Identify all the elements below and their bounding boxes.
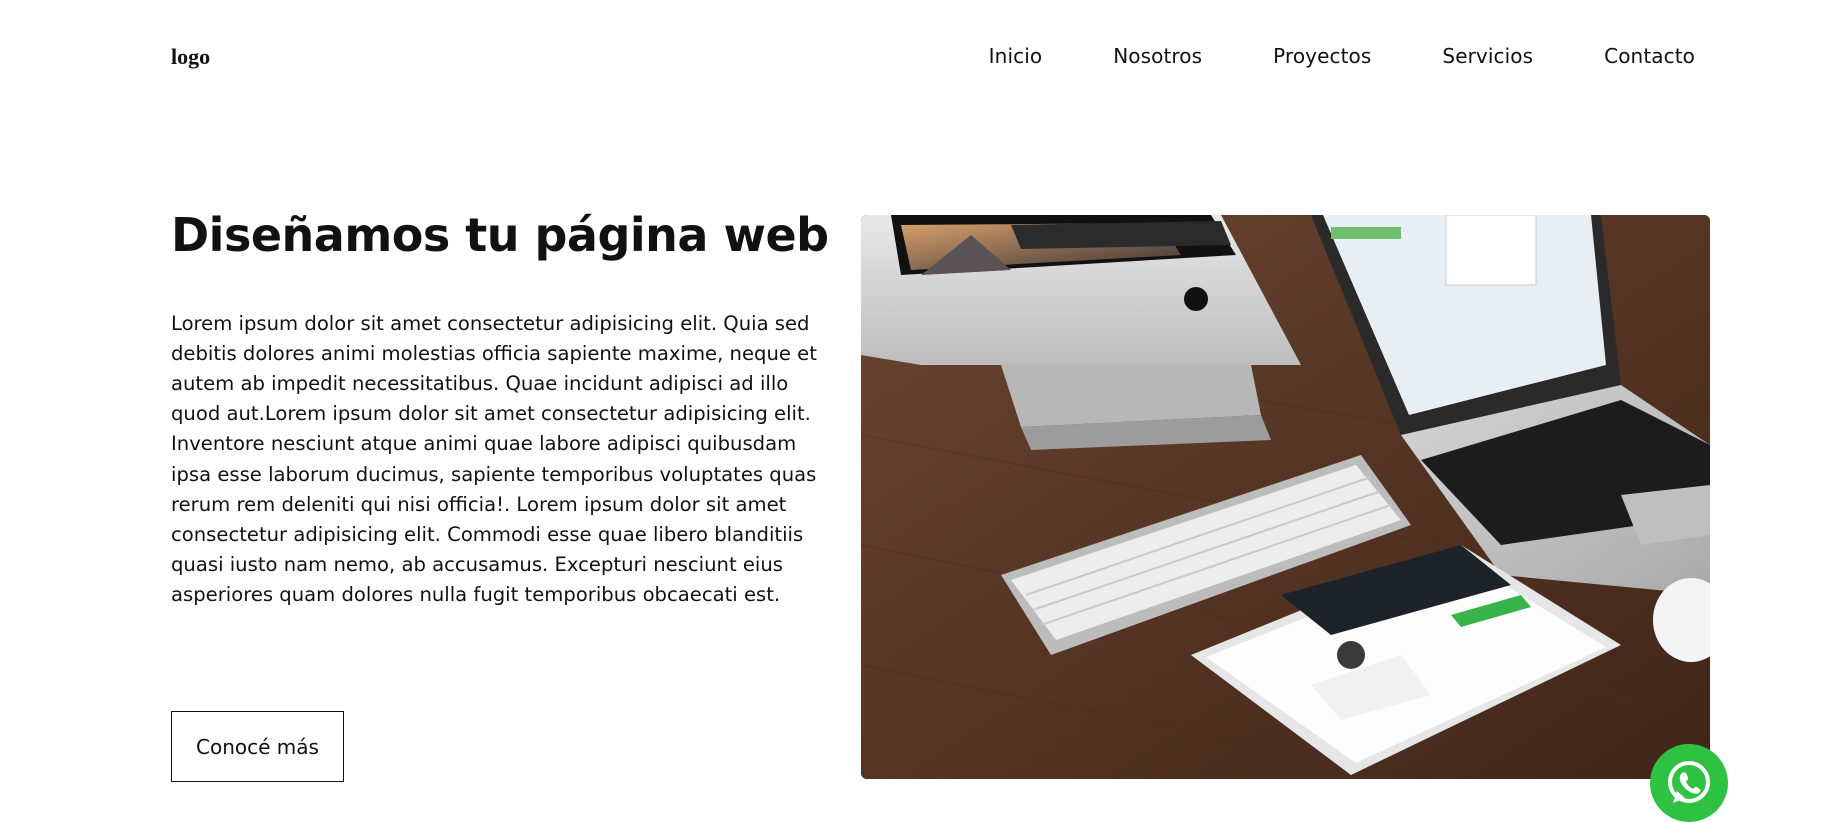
- logo[interactable]: logo: [171, 44, 210, 70]
- site-header: logo Inicio Nosotros Proyectos Servicios…: [0, 0, 1829, 110]
- learn-more-button[interactable]: Conocé más: [171, 711, 344, 782]
- nav-inicio[interactable]: Inicio: [989, 44, 1043, 68]
- hero-content: Diseñamos tu página web Lorem ipsum dolo…: [171, 210, 831, 611]
- nav-proyectos[interactable]: Proyectos: [1273, 44, 1371, 68]
- desk-photo-illustration: [861, 215, 1710, 779]
- whatsapp-button[interactable]: [1650, 744, 1728, 822]
- nav-contacto[interactable]: Contacto: [1604, 44, 1695, 68]
- hero-title: Diseñamos tu página web: [171, 208, 829, 262]
- nav-servicios[interactable]: Servicios: [1442, 44, 1533, 68]
- nav-nosotros[interactable]: Nosotros: [1113, 44, 1202, 68]
- main-nav: Inicio Nosotros Proyectos Servicios Cont…: [989, 44, 1695, 68]
- hero-description: Lorem ipsum dolor sit amet consectetur a…: [171, 311, 817, 607]
- hero-image: [861, 215, 1710, 779]
- whatsapp-icon: [1668, 761, 1710, 803]
